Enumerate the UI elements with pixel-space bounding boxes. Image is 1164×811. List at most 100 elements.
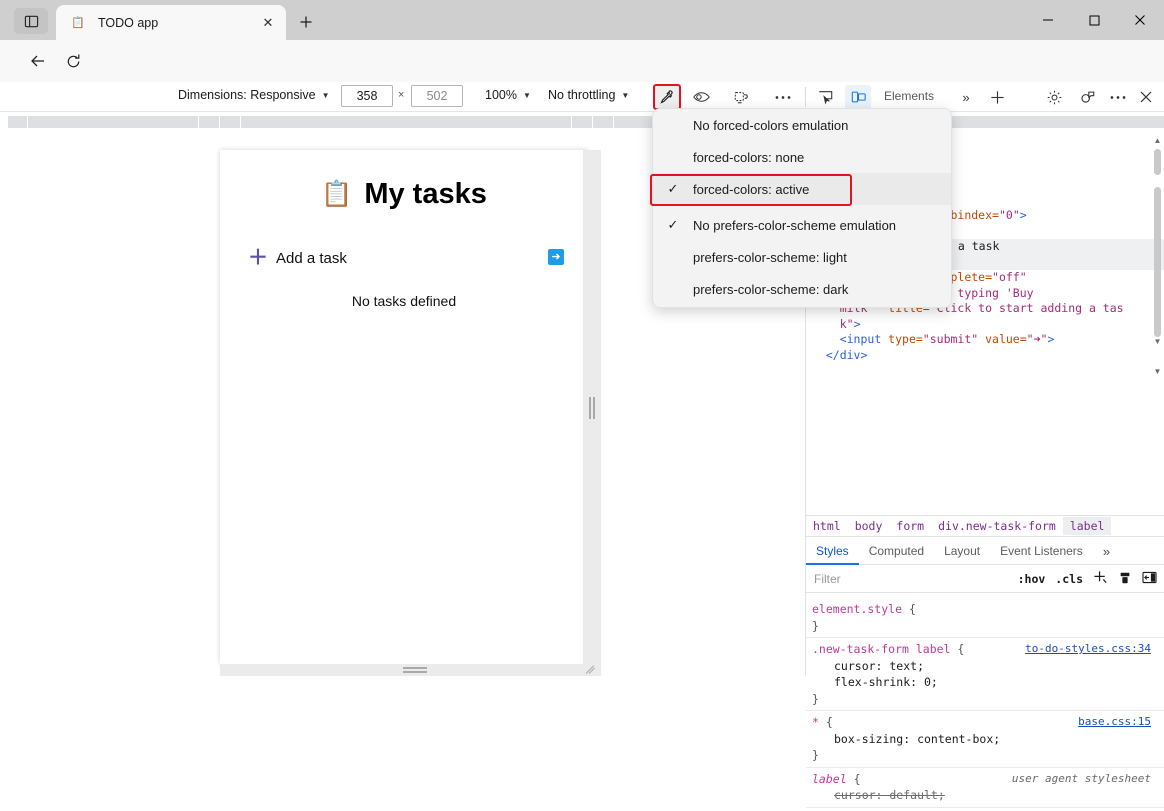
viewport-resize-handle-corner[interactable]	[585, 664, 599, 676]
zoom-dropdown[interactable]: 100% ▼	[485, 88, 531, 102]
height-input[interactable]: 502	[411, 85, 463, 107]
reload-icon[interactable]	[59, 47, 87, 75]
dimensions-dropdown[interactable]: Dimensions: Responsive ▼	[178, 88, 329, 102]
resize-grip	[589, 397, 595, 419]
tab-elements[interactable]: Elements	[884, 89, 934, 103]
maximize-button[interactable]	[1071, 0, 1117, 40]
close-icon[interactable]: ✕	[256, 11, 280, 35]
rule-close-brace: }	[812, 748, 819, 762]
style-rule[interactable]: label {user agent stylesheet cursor: defa…	[806, 768, 1164, 808]
rule-selector[interactable]: *	[812, 715, 826, 729]
panel-tabs-overflow-icon[interactable]: »	[1093, 538, 1120, 565]
plus-icon: ＋	[248, 247, 268, 269]
submit-task-button[interactable]: ➜	[548, 249, 564, 265]
style-declaration[interactable]: flex-shrink: 0;	[812, 674, 1164, 691]
page-title-text: My tasks	[364, 178, 487, 210]
close-devtools-icon[interactable]	[1133, 85, 1159, 109]
new-tab-button[interactable]	[292, 10, 320, 34]
tab-search-icon[interactable]	[14, 8, 48, 34]
window-title-bar: 📋 TODO app ✕	[0, 0, 1164, 40]
style-declaration[interactable]: cursor: text;	[812, 658, 1164, 675]
rule-selector[interactable]: element.style	[812, 602, 902, 616]
print-style-icon[interactable]	[1118, 571, 1132, 588]
menu-item-label: prefers-color-scheme: dark	[693, 281, 849, 297]
cls-toggle[interactable]: .cls	[1055, 572, 1083, 586]
add-task-label[interactable]: Add a task	[276, 250, 347, 267]
viewport-resize-handle-bottom[interactable]	[220, 664, 601, 676]
toggle-sidebar-icon[interactable]	[1142, 571, 1157, 587]
breadcrumb-item[interactable]: body	[848, 517, 890, 535]
rule-source[interactable]: to-do-styles.css:34	[1025, 641, 1151, 658]
back-icon[interactable]	[24, 47, 52, 75]
style-rule[interactable]: element.style {}	[806, 598, 1164, 638]
tab-computed[interactable]: Computed	[859, 538, 934, 565]
toolbar-divider	[805, 87, 806, 107]
minimize-button[interactable]	[1025, 0, 1071, 40]
viewport-resize-handle-right[interactable]	[583, 150, 601, 664]
rendering-emulation-menu[interactable]: No forced-colors emulation forced-colors:…	[652, 108, 952, 308]
chevron-down-icon: ▼	[522, 90, 531, 100]
rule-source[interactable]: base.css:15	[1078, 714, 1151, 731]
inspect-element-icon[interactable]	[812, 85, 838, 109]
toolbar-more-icon[interactable]	[770, 85, 796, 109]
tab-layout[interactable]: Layout	[934, 538, 990, 565]
throttling-dropdown[interactable]: No throttling ▼	[548, 88, 629, 102]
menu-item-label: prefers-color-scheme: light	[693, 249, 847, 265]
tab-favicon: 📋	[71, 17, 85, 29]
menu-item[interactable]: forced-colors: none	[653, 141, 951, 173]
width-input[interactable]: 358	[341, 85, 393, 107]
breadcrumb-item[interactable]: form	[889, 517, 931, 535]
issues-icon[interactable]	[1074, 85, 1100, 109]
gear-icon[interactable]	[1041, 85, 1067, 109]
menu-item-label: forced-colors: active	[693, 181, 810, 197]
device-toolbar-icon[interactable]	[845, 85, 871, 109]
style-declaration[interactable]: cursor: default;	[812, 787, 1164, 804]
close-window-button[interactable]	[1117, 0, 1163, 40]
page-viewport: 📋 My tasks ＋ Add a task ➜ No tasks defin…	[220, 150, 588, 664]
resize-grip	[403, 667, 427, 673]
customize-devtools-icon[interactable]	[1105, 85, 1131, 109]
tab-styles[interactable]: Styles	[806, 538, 859, 565]
browser-tab[interactable]: 📋 TODO app ✕	[56, 5, 286, 40]
breadcrumb-item[interactable]: html	[806, 517, 848, 535]
dom-node-line[interactable]: k">	[806, 317, 1164, 333]
filter-input[interactable]: Filter	[814, 572, 964, 586]
new-task-form[interactable]: ＋ Add a task	[220, 244, 588, 272]
menu-item[interactable]: prefers-color-scheme: light	[653, 241, 951, 273]
page-title: 📋 My tasks	[220, 178, 588, 211]
dimension-separator: ×	[398, 89, 405, 101]
more-panels-icon[interactable]: »	[953, 85, 979, 109]
chevron-down-icon: ▼	[621, 90, 630, 100]
menu-item[interactable]: ✓ forced-colors: active	[653, 173, 951, 205]
rule-source[interactable]: user agent stylesheet	[1012, 771, 1151, 788]
styles-scrollbar[interactable]: ▲ ▼	[1153, 135, 1162, 348]
style-rule[interactable]: * {base.css:15 box-sizing: content-box;}	[806, 711, 1164, 768]
vision-deficiencies-icon[interactable]	[688, 85, 714, 109]
styles-panel-tabs[interactable]: Styles Computed Layout Event Listeners»	[806, 538, 1164, 565]
dom-node-line[interactable]: <input type="submit" value="➜">	[806, 332, 1164, 348]
style-rule[interactable]: .new-task-form label {to-do-styles.css:3…	[806, 638, 1164, 711]
zoom-value: 100%	[485, 88, 517, 102]
rule-selector[interactable]: label	[812, 772, 847, 786]
breadcrumb-item[interactable]: div.new-task-form	[931, 517, 1063, 535]
ruler-spacer	[0, 128, 1164, 135]
dimensions-label: Dimensions: Responsive	[178, 88, 316, 102]
tab-title: TODO app	[98, 15, 159, 30]
breadcrumb[interactable]: html body form div.new-task-form label	[806, 515, 1164, 537]
style-declaration[interactable]: box-sizing: content-box;	[812, 731, 1164, 748]
dom-node-line[interactable]: </div>	[806, 348, 1164, 364]
hov-toggle[interactable]: :hov	[1018, 572, 1046, 586]
throttling-value: No throttling	[548, 88, 616, 102]
styles-rules-list[interactable]: element.style {} .new-task-form label {to…	[806, 598, 1164, 811]
breadcrumb-item[interactable]: label	[1062, 517, 1112, 535]
empty-state-message: No tasks defined	[351, 293, 457, 309]
menu-item[interactable]: prefers-color-scheme: dark	[653, 273, 951, 305]
tab-event-listeners[interactable]: Event Listeners	[990, 538, 1093, 565]
new-style-rule-icon[interactable]	[1093, 570, 1108, 588]
menu-item[interactable]: No forced-colors emulation	[653, 109, 951, 141]
add-panel-icon[interactable]	[984, 85, 1010, 109]
media-emulation-icon[interactable]	[728, 85, 754, 109]
rule-selector[interactable]: .new-task-form label	[812, 642, 950, 656]
menu-item[interactable]: ✓ No prefers-color-scheme emulation	[653, 209, 951, 241]
eyedropper-icon[interactable]	[653, 84, 681, 110]
